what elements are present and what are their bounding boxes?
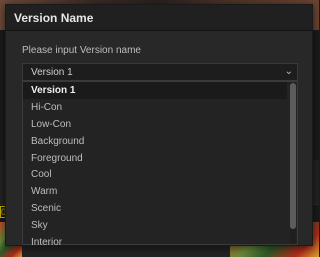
dropdown-item-interior[interactable]: Interior	[23, 234, 287, 251]
dropdown-item-foreground[interactable]: Foreground	[23, 150, 287, 167]
scrollbar-thumb[interactable]	[290, 83, 296, 229]
dropdown-item-version-1[interactable]: Version 1	[23, 82, 287, 99]
dropdown-item-cool[interactable]: Cool	[23, 166, 287, 183]
version-name-dropdown: Version 1 Hi-Con Low-Con Background Fore…	[22, 81, 298, 248]
combobox-value: Version 1	[31, 66, 73, 78]
dialog-title: Version Name	[6, 5, 312, 31]
dropdown-item-sky[interactable]: Sky	[23, 217, 287, 234]
dropdown-item-low-con[interactable]: Low-Con	[23, 116, 287, 133]
dropdown-scrollbar[interactable]	[290, 83, 296, 243]
version-name-dialog: Version Name Please input Version name V…	[5, 4, 313, 248]
dropdown-item-hi-con[interactable]: Hi-Con	[23, 99, 287, 116]
dropdown-item-scenic[interactable]: Scenic	[23, 200, 287, 217]
dropdown-item-warm[interactable]: Warm	[23, 183, 287, 200]
version-name-combobox[interactable]: Version 1 ⌄	[22, 63, 298, 81]
dialog-prompt: Please input Version name	[22, 45, 141, 56]
dropdown-list: Version 1 Hi-Con Low-Con Background Fore…	[23, 82, 287, 251]
dropdown-item-background[interactable]: Background	[23, 133, 287, 150]
